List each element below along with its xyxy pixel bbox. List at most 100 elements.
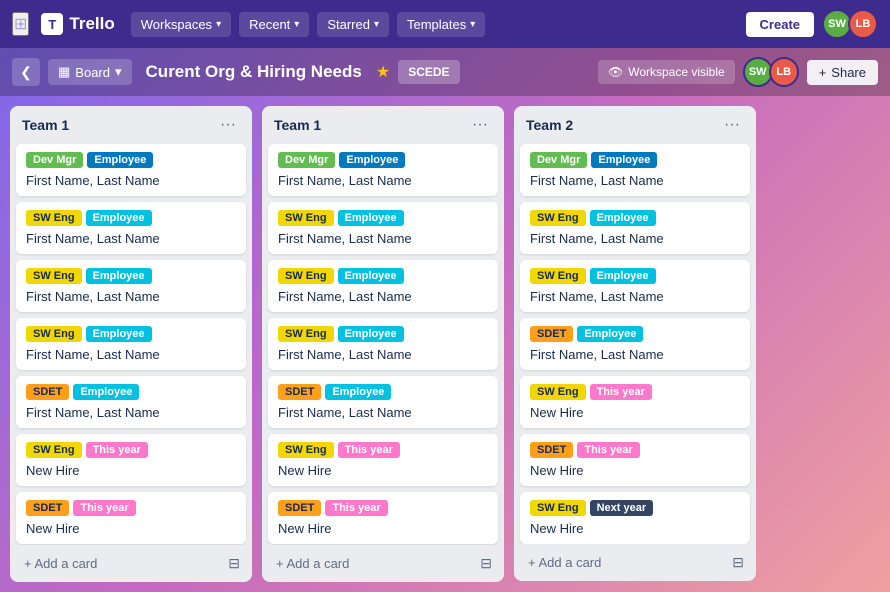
- label-1-3-0: SW Eng: [278, 326, 334, 342]
- label-0-6-1: This year: [73, 500, 135, 516]
- card-title-0-1: First Name, Last Name: [26, 231, 236, 246]
- label-0-1-1: Employee: [86, 210, 152, 226]
- card-title-1-1: First Name, Last Name: [278, 231, 488, 246]
- add-card-button-2[interactable]: + Add a card: [522, 551, 607, 574]
- board-view-chevron: ▾: [115, 64, 122, 80]
- card-title-0-3: First Name, Last Name: [26, 347, 236, 362]
- label-0-0-0: Dev Mgr: [26, 152, 83, 168]
- card-0-5[interactable]: SW EngThis yearNew Hire: [16, 434, 246, 486]
- list-menu-button-0[interactable]: ···: [216, 114, 240, 136]
- card-0-2[interactable]: SW EngEmployeeFirst Name, Last Name: [16, 260, 246, 312]
- starred-menu[interactable]: Starred ▾: [317, 12, 389, 37]
- card-1-0[interactable]: Dev MgrEmployeeFirst Name, Last Name: [268, 144, 498, 196]
- card-0-6[interactable]: SDETThis year New Hire: [16, 492, 246, 544]
- card-2-2[interactable]: SW EngEmployeeFirst Name, Last Name: [520, 260, 750, 312]
- card-labels-0-2: SW EngEmployee: [26, 268, 236, 284]
- card-0-0[interactable]: Dev MgrEmployeeFirst Name, Last Name: [16, 144, 246, 196]
- add-card-button-1[interactable]: + Add a card: [270, 552, 355, 575]
- card-2-4[interactable]: SW EngThis yearNew Hire: [520, 376, 750, 428]
- card-template-icon-2[interactable]: ⊟: [728, 550, 748, 575]
- trello-logo-icon: T: [41, 13, 63, 35]
- card-0-3[interactable]: SW EngEmployeeFirst Name, Last Name: [16, 318, 246, 370]
- card-1-3[interactable]: SW EngEmployeeFirst Name, Last Name: [268, 318, 498, 370]
- card-labels-1-2: SW EngEmployee: [278, 268, 488, 284]
- card-template-icon-0[interactable]: ⊟: [224, 551, 244, 576]
- list-menu-button-2[interactable]: ···: [720, 114, 744, 136]
- label-0-2-0: SW Eng: [26, 268, 82, 284]
- label-1-5-1: This year: [338, 442, 400, 458]
- card-title-1-6: New Hire: [278, 521, 488, 536]
- recent-menu[interactable]: Recent ▾: [239, 12, 309, 37]
- list-title-1: Team 1: [274, 117, 321, 133]
- list-cards-1: Dev MgrEmployeeFirst Name, Last NameSW E…: [262, 144, 504, 545]
- card-1-5[interactable]: SW EngThis yearNew Hire: [268, 434, 498, 486]
- label-1-0-1: Employee: [339, 152, 405, 168]
- list-cards-2: Dev MgrEmployeeFirst Name, Last NameSW E…: [514, 144, 756, 544]
- board-avatar-lb[interactable]: LB: [769, 57, 799, 87]
- list-title-2: Team 2: [526, 117, 573, 133]
- top-nav: ⊞ T Trello Workspaces ▾ Recent ▾ Starred…: [0, 0, 890, 48]
- label-2-2-1: Employee: [590, 268, 656, 284]
- label-2-6-1: Next year: [590, 500, 654, 516]
- card-labels-1-5: SW EngThis year: [278, 442, 488, 458]
- list-list2: Team 1···Dev MgrEmployeeFirst Name, Last…: [262, 106, 504, 582]
- label-1-6-1: This year: [325, 500, 387, 516]
- card-title-2-3: First Name, Last Name: [530, 347, 740, 362]
- card-labels-2-6: SW EngNext year: [530, 500, 740, 516]
- label-2-5-0: SDET: [530, 442, 573, 458]
- card-1-6[interactable]: SDETThis yearNew Hire: [268, 492, 498, 544]
- share-button[interactable]: + Share: [807, 60, 878, 85]
- list-header-0: Team 1···: [10, 106, 252, 144]
- card-0-4[interactable]: SDETEmployeeFirst Name, Last Name: [16, 376, 246, 428]
- add-card-button-0[interactable]: + Add a card: [18, 552, 103, 575]
- label-1-2-1: Employee: [338, 268, 404, 284]
- board-avatar-group: SW LB: [743, 57, 799, 87]
- card-labels-0-0: Dev MgrEmployee: [26, 152, 236, 168]
- label-2-6-0: SW Eng: [530, 500, 586, 516]
- label-0-4-1: Employee: [73, 384, 139, 400]
- card-labels-1-4: SDETEmployee: [278, 384, 488, 400]
- card-2-5[interactable]: SDETThis yearNew Hire: [520, 434, 750, 486]
- card-1-2[interactable]: SW EngEmployeeFirst Name, Last Name: [268, 260, 498, 312]
- card-2-3[interactable]: SDETEmployeeFirst Name, Last Name: [520, 318, 750, 370]
- card-labels-0-5: SW EngThis year: [26, 442, 236, 458]
- label-2-4-0: SW Eng: [530, 384, 586, 400]
- board-title: Curent Org & Hiring Needs: [146, 62, 362, 82]
- app-wrapper: ⊞ T Trello Workspaces ▾ Recent ▾ Starred…: [0, 0, 890, 592]
- card-title-2-2: First Name, Last Name: [530, 289, 740, 304]
- trello-logo: T Trello: [41, 13, 114, 35]
- card-1-1[interactable]: SW EngEmployee First Name, Last Name: [268, 202, 498, 254]
- card-labels-0-6: SDETThis year: [26, 500, 236, 516]
- card-template-icon-1[interactable]: ⊟: [476, 551, 496, 576]
- avatar-lb[interactable]: LB: [848, 9, 878, 39]
- card-2-6[interactable]: SW EngNext yearNew Hire: [520, 492, 750, 544]
- card-1-4[interactable]: SDETEmployeeFirst Name, Last Name: [268, 376, 498, 428]
- label-2-5-1: This year: [577, 442, 639, 458]
- workspace-tag[interactable]: SCEDE: [398, 60, 459, 84]
- recent-label: Recent: [249, 17, 290, 32]
- star-button[interactable]: ★: [376, 62, 390, 82]
- label-0-6-0: SDET: [26, 500, 69, 516]
- card-2-0[interactable]: Dev MgrEmployeeFirst Name, Last Name: [520, 144, 750, 196]
- templates-menu[interactable]: Templates ▾: [397, 12, 485, 37]
- create-button[interactable]: Create: [746, 12, 814, 37]
- recent-chevron: ▾: [294, 19, 299, 30]
- sidebar-toggle[interactable]: ❮: [12, 58, 40, 86]
- card-labels-1-1: SW EngEmployee: [278, 210, 488, 226]
- card-labels-2-5: SDETThis year: [530, 442, 740, 458]
- label-1-5-0: SW Eng: [278, 442, 334, 458]
- card-0-1[interactable]: SW EngEmployeeFirst Name, Last Name: [16, 202, 246, 254]
- workspaces-menu[interactable]: Workspaces ▾: [131, 12, 231, 37]
- label-2-0-0: Dev Mgr: [530, 152, 587, 168]
- label-1-3-1: Employee: [338, 326, 404, 342]
- card-2-1[interactable]: SW EngEmployeeFirst Name, Last Name: [520, 202, 750, 254]
- grid-icon[interactable]: ⊞: [12, 12, 29, 36]
- card-labels-1-0: Dev MgrEmployee: [278, 152, 488, 168]
- label-1-4-0: SDET: [278, 384, 321, 400]
- visibility-button[interactable]: 👁 Workspace visible: [598, 60, 735, 84]
- card-labels-2-0: Dev MgrEmployee: [530, 152, 740, 168]
- card-title-0-6: New Hire: [26, 521, 236, 536]
- card-title-2-1: First Name, Last Name: [530, 231, 740, 246]
- board-view-button[interactable]: ▦ Board ▾: [48, 59, 132, 85]
- list-menu-button-1[interactable]: ···: [468, 114, 492, 136]
